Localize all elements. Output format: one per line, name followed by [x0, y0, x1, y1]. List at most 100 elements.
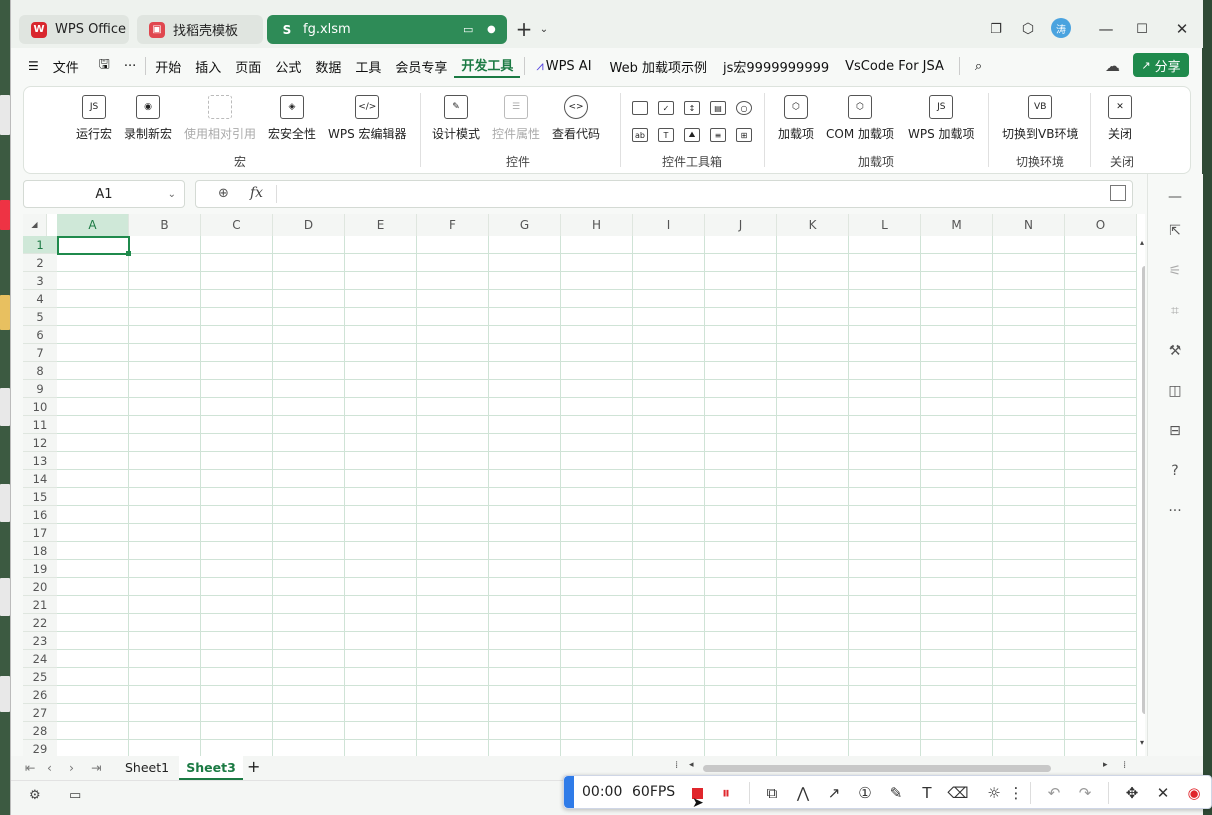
more-icon[interactable]: ··· [117, 59, 143, 74]
row-header-4[interactable]: 4 [23, 290, 57, 308]
column-header-d[interactable]: D [273, 214, 345, 236]
scroll-right-icon[interactable]: ▸ [1103, 760, 1108, 770]
select-cursor-icon[interactable]: ⇱ [1166, 222, 1184, 240]
polyline-tool-icon[interactable]: ⋀ [793, 783, 813, 803]
last-sheet-icon[interactable]: ⇥ [91, 760, 101, 775]
column-header-a[interactable]: A [57, 214, 129, 236]
expand-formula-icon[interactable] [1110, 185, 1126, 201]
column-header-c[interactable]: C [201, 214, 273, 236]
checkbox-control-icon[interactable]: ✓ [658, 101, 674, 115]
radio-control-icon[interactable]: ○ [736, 101, 752, 115]
row-header-11[interactable]: 11 [23, 416, 57, 434]
more-icon[interactable]: ⋮ [1006, 783, 1026, 803]
design-mode-button[interactable]: ✎ 设计模式 [432, 95, 480, 142]
row-header-17[interactable]: 17 [23, 524, 57, 542]
column-header-j[interactable]: J [705, 214, 777, 236]
tools-icon[interactable]: ⚒ [1166, 342, 1184, 360]
desktop-file-icon[interactable] [0, 676, 10, 712]
switch-vb-button[interactable]: VB 切换到VB环境 [1002, 95, 1078, 142]
pen-tool-icon[interactable]: ✎ [886, 783, 906, 803]
row-header-26[interactable]: 26 [23, 686, 57, 704]
macro-editor-button[interactable]: </> WPS 宏编辑器 [328, 95, 407, 142]
row-header-14[interactable]: 14 [23, 470, 57, 488]
macro-status-icon[interactable]: ⚙ [29, 788, 41, 803]
row-header-25[interactable]: 25 [23, 668, 57, 686]
fill-handle[interactable] [126, 251, 131, 256]
zoom-search-icon[interactable]: ⊕ [218, 186, 229, 201]
menu-js-macro[interactable]: js宏9999999999 [716, 57, 836, 76]
unsaved-dot-icon[interactable]: ● [487, 24, 496, 35]
row-header-8[interactable]: 8 [23, 362, 57, 380]
row-header-10[interactable]: 10 [23, 398, 57, 416]
addin-button[interactable]: ⬡ 加载项 [778, 95, 814, 142]
text-tool-icon[interactable]: T [917, 783, 937, 803]
prev-sheet-icon[interactable]: ‹ [47, 760, 52, 775]
textbox-control-icon[interactable]: ab [632, 128, 648, 142]
vertical-scrollbar[interactable]: ▴ ▾ [1139, 236, 1145, 756]
chart-analysis-icon[interactable]: ◫ [1166, 382, 1184, 400]
formula-input[interactable]: ⊕ fx [195, 180, 1133, 208]
selected-cell-a1[interactable] [57, 236, 130, 255]
row-header-21[interactable]: 21 [23, 596, 57, 614]
column-header-i[interactable]: I [633, 214, 705, 236]
arrow-tool-icon[interactable]: ↗ [824, 783, 844, 803]
row-header-7[interactable]: 7 [23, 344, 57, 362]
eraser-tool-icon[interactable]: ⌫ [947, 783, 968, 803]
row-header-16[interactable]: 16 [23, 506, 57, 524]
menu-formula[interactable]: 公式 [268, 57, 308, 76]
desktop-file-icon[interactable] [0, 484, 10, 522]
monitor-icon[interactable]: ▭ [463, 23, 473, 36]
horizontal-scroll-thumb[interactable] [703, 765, 1051, 772]
pause-record-icon[interactable]: ⏸ [716, 783, 736, 803]
name-box[interactable]: A1 ⌄ [23, 180, 185, 208]
menu-member[interactable]: 会员专享 [388, 57, 454, 76]
menu-tools[interactable]: 工具 [348, 57, 388, 76]
row-header-18[interactable]: 18 [23, 542, 57, 560]
sheet-tab-sheet1[interactable]: Sheet1 [125, 760, 169, 775]
menu-page[interactable]: 页面 [228, 57, 268, 76]
more-icon[interactable]: ··· [1166, 502, 1184, 520]
column-header-o[interactable]: O [1065, 214, 1137, 236]
cloud-upload-icon[interactable]: ☁ [1105, 57, 1120, 75]
spinner-control-icon[interactable]: ↕ [684, 101, 700, 115]
crop-icon[interactable]: ⌗ [1166, 302, 1184, 320]
close-recorder-icon[interactable]: ✕ [1153, 783, 1173, 803]
shape-tool-icon[interactable]: ⧉ [762, 783, 782, 803]
scrollbar-control-icon[interactable]: ≡ [710, 128, 726, 142]
com-addin-button[interactable]: ⬡ COM 加载项 [826, 95, 894, 142]
move-toolbar-icon[interactable]: ✥ [1122, 783, 1142, 803]
menu-developer[interactable]: 开发工具 [454, 55, 521, 78]
desktop-file-icon[interactable] [0, 200, 10, 230]
row-header-3[interactable]: 3 [23, 272, 57, 290]
desktop-folder-icon[interactable] [0, 295, 10, 330]
redo-icon[interactable]: ↷ [1075, 783, 1095, 803]
row-header-6[interactable]: 6 [23, 326, 57, 344]
page-layout-icon[interactable]: ▭ [69, 788, 81, 803]
undo-icon[interactable]: ↶ [1044, 783, 1064, 803]
desktop-file-icon[interactable] [0, 388, 10, 426]
add-sheet-icon[interactable]: + [247, 757, 260, 776]
row-header-19[interactable]: 19 [23, 560, 57, 578]
row-header-24[interactable]: 24 [23, 650, 57, 668]
menu-start[interactable]: 开始 [148, 57, 188, 76]
splitter-icon[interactable]: ⁞ [675, 760, 678, 771]
row-header-27[interactable]: 27 [23, 704, 57, 722]
first-sheet-icon[interactable]: ⇤ [25, 760, 35, 775]
number-tool-icon[interactable]: ① [855, 783, 875, 803]
column-header-f[interactable]: F [417, 214, 489, 236]
record-macro-button[interactable]: ◉ 录制新宏 [124, 95, 172, 142]
help-icon[interactable]: ? [1166, 462, 1184, 480]
image-control-icon[interactable]: ▤ [710, 101, 726, 115]
more-controls-icon[interactable]: ⊞ [736, 128, 752, 142]
search-icon[interactable]: ⌕ [968, 59, 989, 74]
collapse-panel-icon[interactable]: — [1166, 188, 1184, 206]
row-header-23[interactable]: 23 [23, 632, 57, 650]
maximize-icon[interactable]: ☐ [1131, 18, 1153, 40]
column-header-g[interactable]: G [489, 214, 561, 236]
select-all-corner[interactable]: ◢ [23, 214, 47, 236]
row-header-2[interactable]: 2 [23, 254, 57, 272]
tab-wps-office[interactable]: W WPS Office [19, 15, 129, 44]
menu-vscode-jsa[interactable]: VsCode For JSA [838, 59, 951, 74]
column-header-n[interactable]: N [993, 214, 1065, 236]
menu-insert[interactable]: 插入 [188, 57, 228, 76]
